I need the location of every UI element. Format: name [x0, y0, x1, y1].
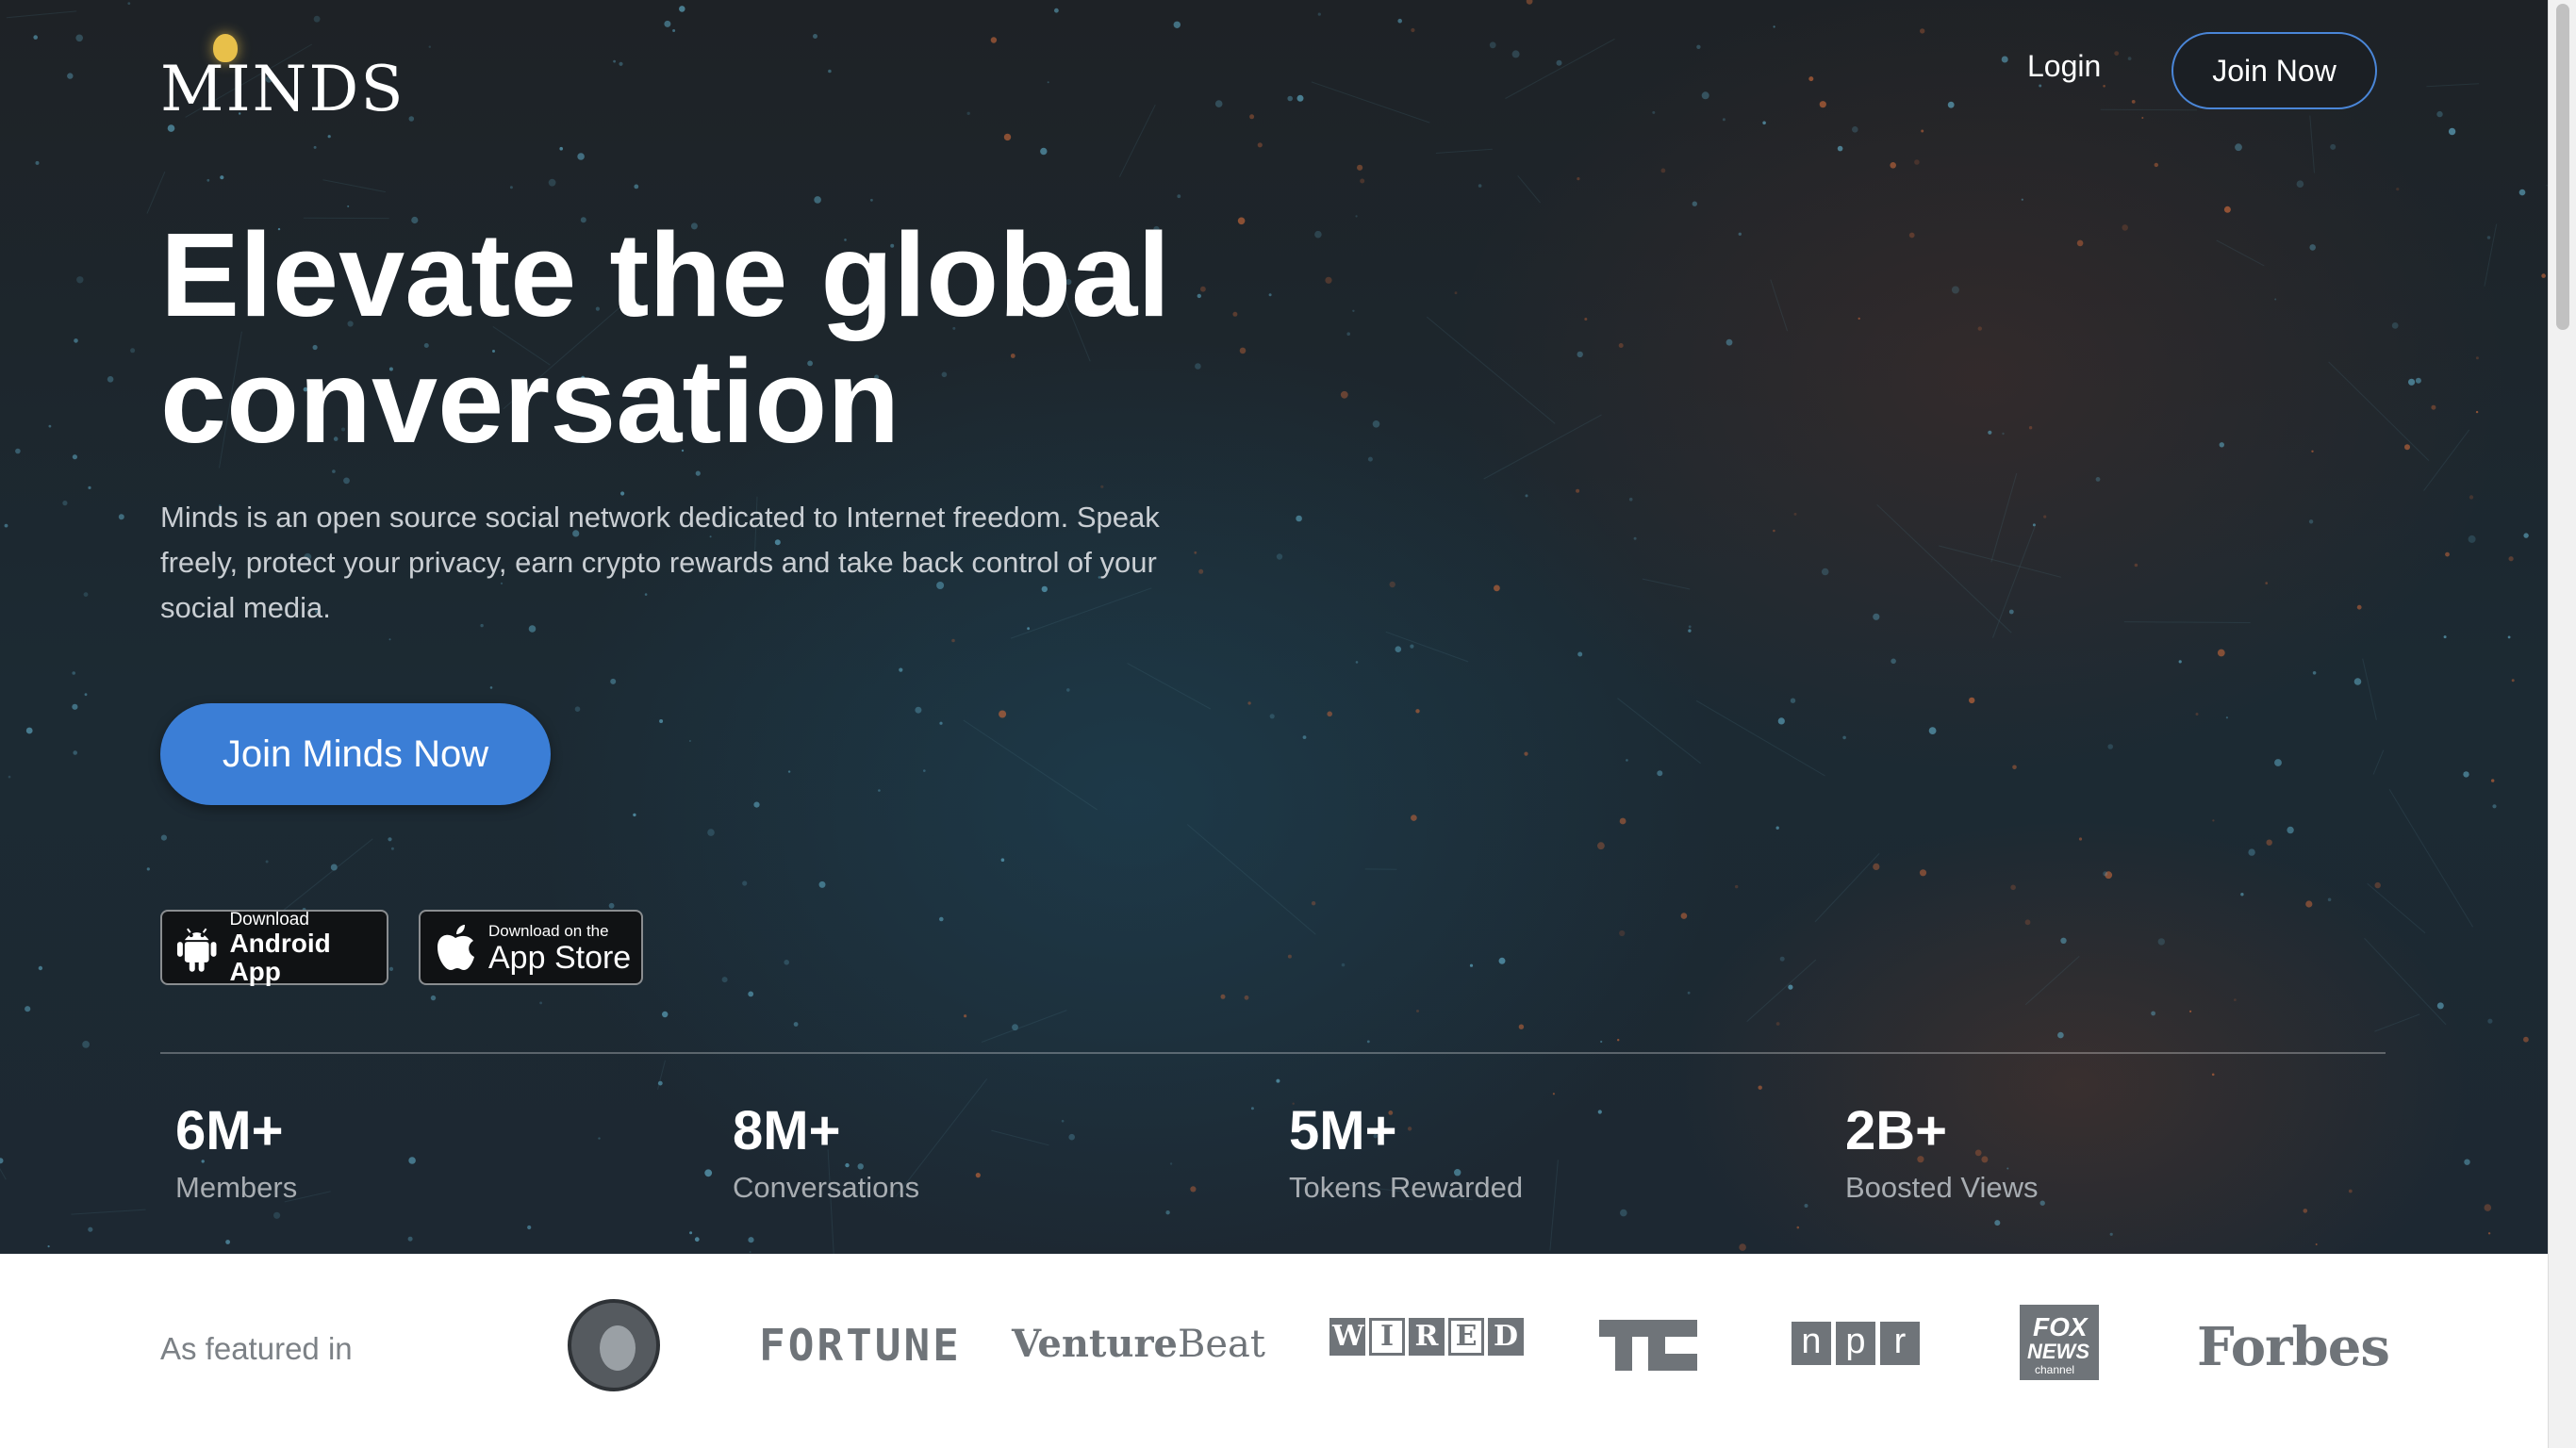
app-store-badge[interactable]: Download on the App Store — [419, 910, 643, 985]
stat-tokens-rewarded: 5M+ Tokens Rewarded — [1289, 1095, 1523, 1209]
headline-line2: conversation — [160, 335, 900, 468]
hero-section: MINDS Login Join Now Elevate the global … — [0, 0, 2548, 1254]
stat-boosted-views: 2B+ Boosted Views — [1845, 1095, 2039, 1209]
join-now-button[interactable]: Join Now — [2171, 32, 2377, 109]
logo-text: MINDS — [160, 53, 405, 125]
android-badge-big-text: Android App — [229, 928, 331, 986]
fox-news-logo: FOX NEWS channel — [2020, 1305, 2099, 1380]
stat-value: 6M+ — [175, 1100, 284, 1161]
forbes-logo: Forbes — [2197, 1316, 2390, 1378]
venturebeat-logo: VentureBeat — [1012, 1322, 1265, 1366]
join-minds-now-button[interactable]: Join Minds Now — [160, 703, 551, 805]
page-scrollbar[interactable] — [2548, 0, 2576, 1448]
fortune-logo: FORTUNE — [759, 1320, 962, 1371]
npr-letter: n — [1792, 1322, 1831, 1365]
npr-logo: n p r — [1792, 1322, 1920, 1365]
wired-letter: E — [1448, 1318, 1484, 1356]
apple-badge-small-text: Download on the — [488, 921, 609, 940]
wired-letter: W — [1329, 1318, 1365, 1356]
wired-logo: W I R E D — [1329, 1318, 1524, 1356]
stat-label: Members — [175, 1171, 298, 1204]
android-badge-small-text: Download — [229, 909, 309, 930]
scrollbar-thumb[interactable] — [2556, 4, 2569, 330]
android-app-badge[interactable]: Download Android App — [160, 910, 388, 985]
stat-members: 6M+ Members — [175, 1095, 297, 1209]
headline-line1: Elevate the global — [160, 208, 1171, 341]
joe-rogan-experience-logo — [568, 1299, 660, 1391]
techcrunch-logo — [1599, 1320, 1697, 1371]
npr-letter: r — [1880, 1322, 1920, 1365]
venturebeat-logo-part2: Beat — [1177, 1323, 1265, 1366]
wired-letter: D — [1488, 1318, 1524, 1356]
minds-logo[interactable]: MINDS — [160, 28, 404, 125]
hero-description: Minds is an open source social network d… — [160, 501, 1160, 624]
npr-letter: p — [1836, 1322, 1875, 1365]
fox-logo-line1: FOX — [2033, 1312, 2088, 1341]
stat-label: Boosted Views — [1845, 1171, 2039, 1204]
stat-value: 2B+ — [1845, 1100, 1948, 1161]
rogan-face-graphic — [600, 1325, 636, 1371]
featured-label: As featured in — [160, 1331, 353, 1366]
login-link[interactable]: Login — [2027, 49, 2101, 84]
wired-letter: R — [1409, 1318, 1445, 1356]
hero-headline: Elevate the global conversation — [160, 212, 1386, 465]
apple-badge-big-text: App Store — [488, 939, 632, 976]
featured-in-section: As featured in FORTUNE VentureBeat W I R… — [0, 1254, 2548, 1448]
fox-logo-line2: NEWS — [2027, 1340, 2089, 1363]
wired-letter: I — [1369, 1318, 1405, 1356]
stat-conversations: 8M+ Conversations — [733, 1095, 919, 1209]
fox-logo-line3: channel — [2035, 1363, 2075, 1376]
stat-value: 5M+ — [1289, 1100, 1397, 1161]
android-robot-icon — [176, 928, 217, 972]
apple-logo-icon — [438, 925, 474, 970]
stats-divider — [160, 1052, 2386, 1054]
stat-label: Conversations — [733, 1171, 920, 1204]
stat-label: Tokens Rewarded — [1289, 1171, 1524, 1204]
venturebeat-logo-part1: Venture — [1012, 1322, 1178, 1366]
stat-value: 8M+ — [733, 1100, 841, 1161]
